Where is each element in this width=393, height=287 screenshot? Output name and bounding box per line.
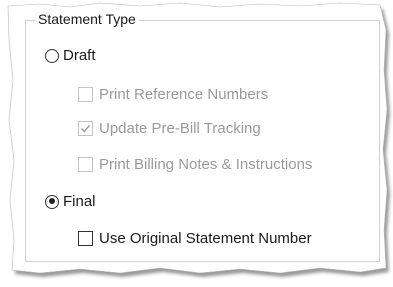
draft-label: Draft — [63, 47, 96, 64]
update-prebill-tracking-checkbox[interactable] — [78, 121, 93, 136]
print-reference-numbers-checkbox[interactable] — [78, 87, 93, 102]
statement-type-panel: Statement Type Draft Print Reference Num… — [0, 0, 393, 287]
final-radio-button[interactable] — [45, 194, 59, 209]
print-billing-notes-label: Print Billing Notes & Instructions — [99, 156, 313, 173]
update-prebill-tracking-label: Update Pre-Bill Tracking — [99, 120, 261, 137]
use-original-statement-number-checkbox[interactable] — [78, 231, 93, 246]
draft-radio-button[interactable] — [45, 48, 59, 63]
print-billing-notes-checkbox[interactable] — [78, 157, 93, 172]
print-reference-numbers-label: Print Reference Numbers — [99, 86, 269, 103]
print-reference-numbers-option[interactable]: Print Reference Numbers — [78, 86, 268, 103]
group-title: Statement Type — [35, 11, 139, 27]
final-radio-option[interactable]: Final — [45, 193, 96, 210]
draft-radio-option[interactable]: Draft — [45, 47, 96, 64]
update-prebill-tracking-option[interactable]: Update Pre-Bill Tracking — [78, 120, 261, 137]
print-billing-notes-option[interactable]: Print Billing Notes & Instructions — [78, 156, 312, 173]
checkmark-icon — [81, 125, 91, 133]
final-label: Final — [63, 193, 96, 210]
use-original-statement-number-option[interactable]: Use Original Statement Number — [78, 230, 312, 247]
use-original-statement-number-label: Use Original Statement Number — [99, 230, 312, 247]
